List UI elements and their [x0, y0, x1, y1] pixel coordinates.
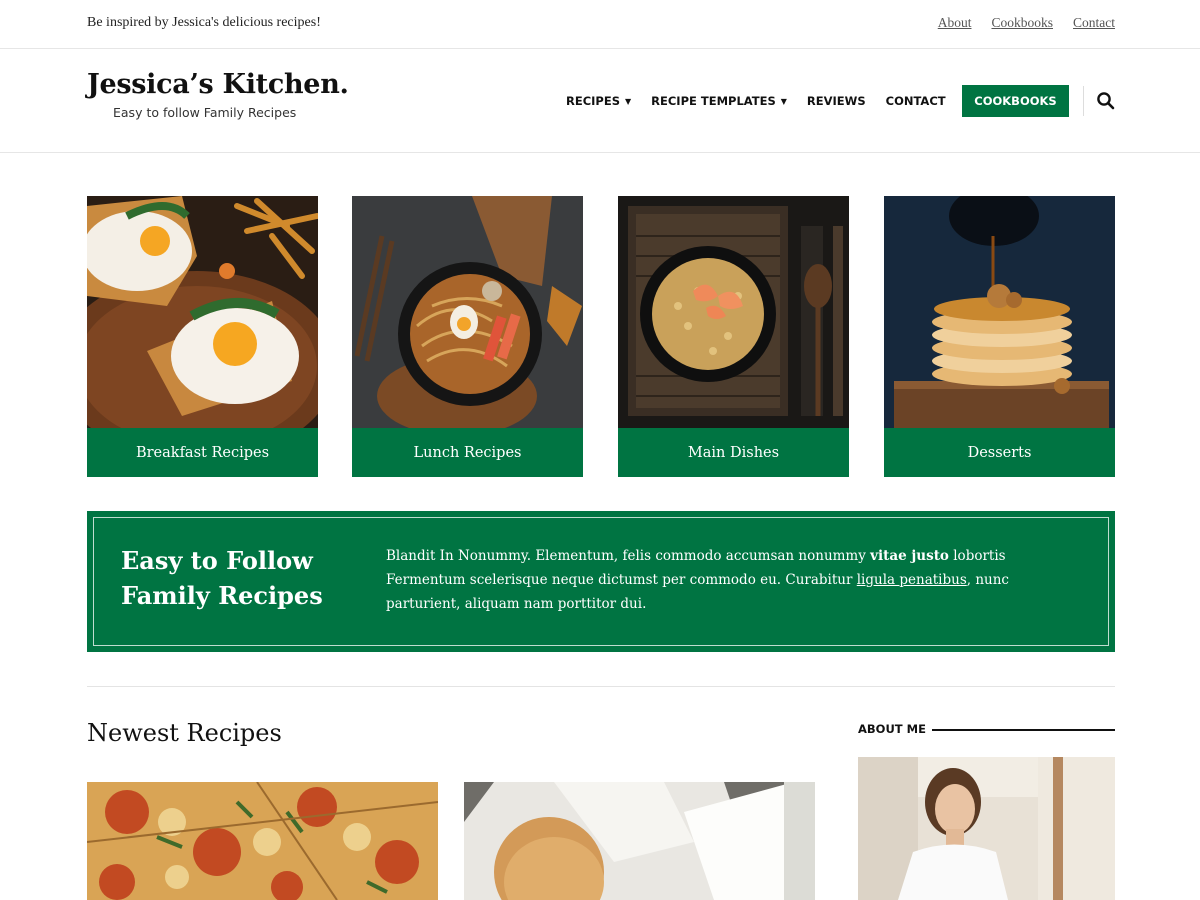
site-title[interactable]: Jessica’s Kitchen. [87, 69, 349, 100]
top-link-about[interactable]: About [938, 15, 972, 31]
main-nav: RECIPES ▼ RECIPE TEMPLATES ▼ REVIEWS CON… [566, 85, 966, 117]
feature-title-line1: Easy to Follow [121, 546, 313, 575]
category-label: Breakfast Recipes [87, 428, 318, 477]
feature-text-part: Blandit In Nonummy. Elementum, felis com… [386, 548, 871, 564]
feature-title-line2: Family Recipes [121, 581, 323, 610]
site-subtitle: Easy to follow Family Recipes [113, 105, 297, 120]
top-links: About Cookbooks Contact [938, 15, 1115, 31]
chevron-down-icon: ▼ [780, 96, 787, 106]
newest-recipes-heading: Newest Recipes [87, 719, 282, 747]
category-card-breakfast[interactable]: Breakfast Recipes [87, 196, 318, 477]
about-me-photo [858, 757, 1115, 900]
chevron-down-icon: ▼ [625, 96, 632, 106]
feature-text: Blandit In Nonummy. Elementum, felis com… [386, 544, 1076, 616]
category-card-lunch[interactable]: Lunch Recipes [352, 196, 583, 477]
nav-item-label: RECIPES [566, 94, 620, 108]
feature-text-link[interactable]: ligula penatibus [857, 572, 967, 588]
nav-item-label: CONTACT [885, 94, 946, 108]
top-bar: Be inspired by Jessica's delicious recip… [0, 0, 1200, 49]
nav-item-reviews[interactable]: REVIEWS [807, 94, 866, 108]
about-me-heading: ABOUT ME [858, 722, 926, 736]
desserts-image [884, 196, 1115, 428]
category-label: Lunch Recipes [352, 428, 583, 477]
top-link-cookbooks[interactable]: Cookbooks [991, 15, 1053, 31]
breakfast-image [87, 196, 318, 428]
category-grid: Breakfast Recipes Lunch Recipes Main Dis… [87, 196, 1115, 477]
nav-item-label: RECIPE TEMPLATES [651, 94, 776, 108]
about-me-rule [932, 729, 1115, 731]
cookbooks-button[interactable]: COOKBOOKS [962, 85, 1069, 117]
feature-banner: Easy to Follow Family Recipes Blandit In… [87, 511, 1115, 652]
category-card-main-dishes[interactable]: Main Dishes [618, 196, 849, 477]
feature-text-bold: vitae justo [870, 548, 949, 564]
top-link-contact[interactable]: Contact [1073, 15, 1115, 31]
category-card-desserts[interactable]: Desserts [884, 196, 1115, 477]
category-label: Desserts [884, 428, 1115, 477]
section-divider [87, 686, 1115, 687]
site-header: Jessica’s Kitchen. Easy to follow Family… [0, 50, 1200, 153]
category-label: Main Dishes [618, 428, 849, 477]
feature-title: Easy to Follow Family Recipes [121, 543, 341, 613]
recipe-thumb-sandwich[interactable] [464, 782, 815, 900]
main-dishes-image [618, 196, 849, 428]
nav-item-recipe-templates[interactable]: RECIPE TEMPLATES ▼ [651, 94, 787, 108]
lunch-image [352, 196, 583, 428]
site-tagline: Be inspired by Jessica's delicious recip… [87, 15, 321, 30]
nav-item-contact[interactable]: CONTACT [886, 94, 946, 108]
nav-divider [1083, 86, 1084, 116]
recipe-thumb-pizza[interactable] [87, 782, 438, 900]
search-icon[interactable] [1096, 91, 1116, 111]
nav-item-label: REVIEWS [806, 94, 866, 108]
nav-item-recipes[interactable]: RECIPES ▼ [566, 94, 631, 108]
